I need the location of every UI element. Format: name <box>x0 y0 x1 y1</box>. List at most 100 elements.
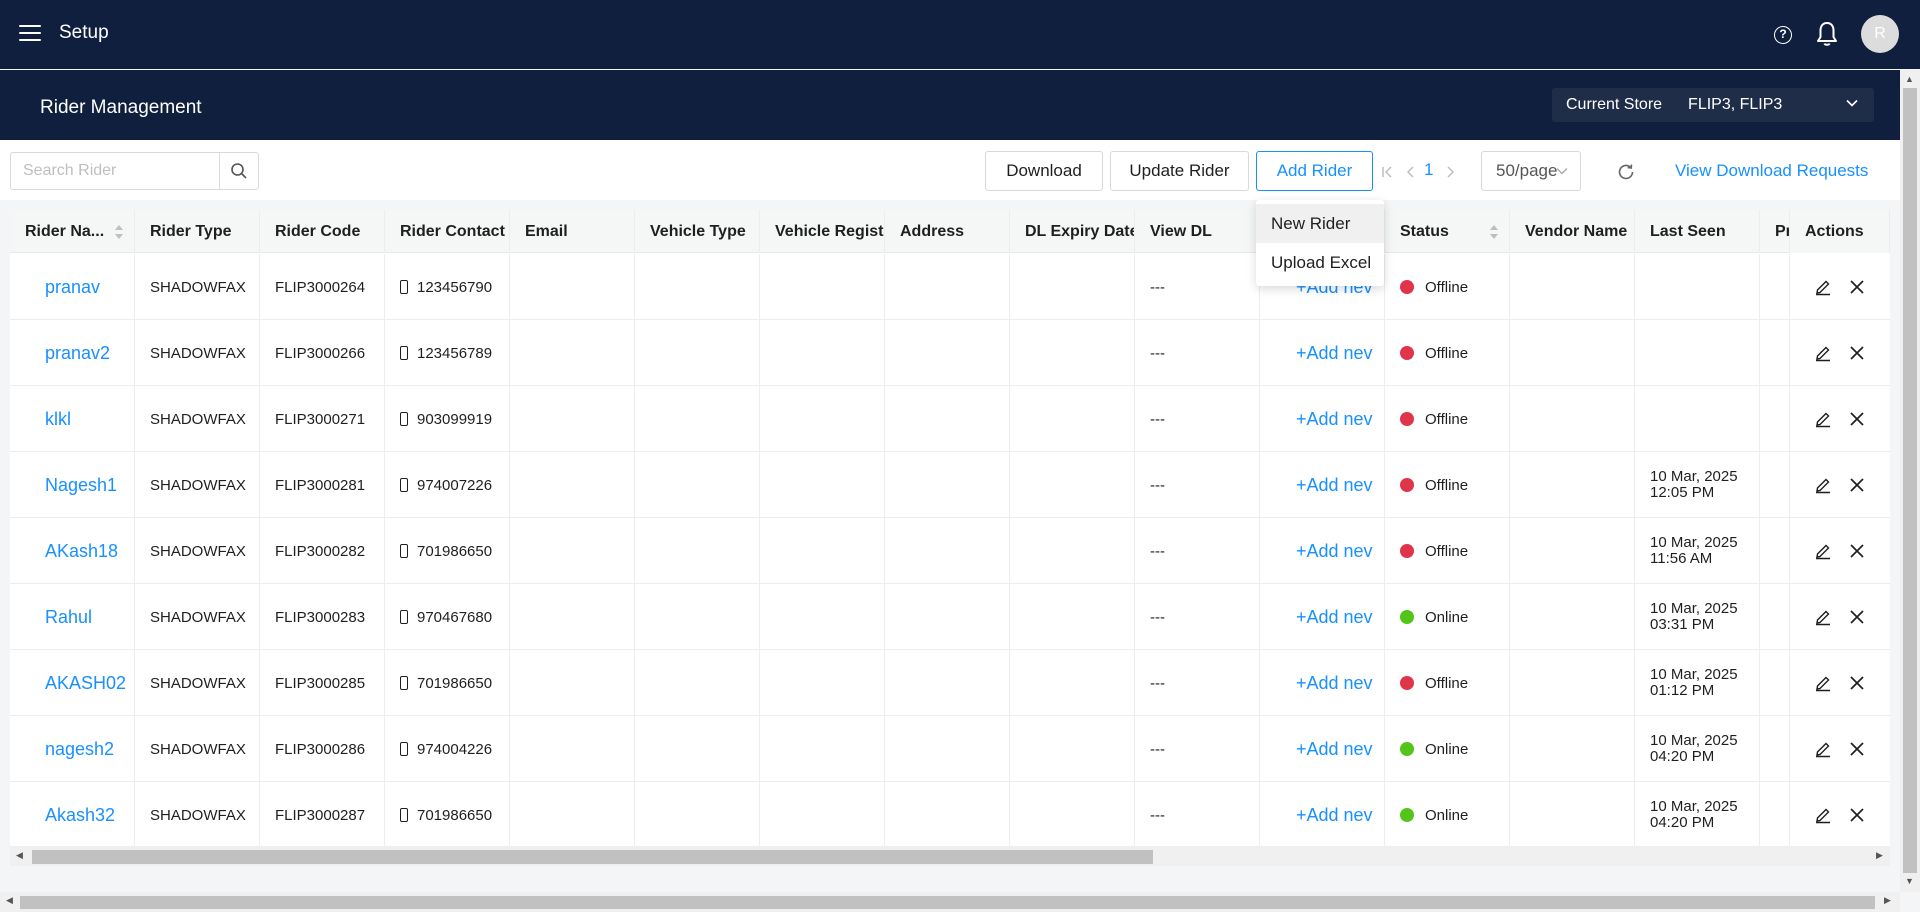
scroll-down-icon[interactable]: ▼ <box>1905 876 1914 886</box>
add-new-link[interactable]: +Add nev <box>1260 320 1385 386</box>
scroll-left-icon[interactable]: ◀ <box>16 850 23 861</box>
add-new-link[interactable]: +Add nev <box>1260 782 1385 846</box>
column-header-rider-name[interactable]: Rider Na... <box>10 210 135 253</box>
sort-icon[interactable] <box>1489 224 1499 240</box>
scrollbar-thumb[interactable] <box>20 896 1875 909</box>
last-seen-cell: 10 Mar, 2025 04:20 PM <box>1635 782 1760 846</box>
download-button[interactable]: Download <box>985 151 1103 191</box>
rider-name[interactable]: Rahul <box>45 607 92 628</box>
rider-name[interactable]: AKASH02 <box>45 673 126 694</box>
view-dl-cell: --- <box>1135 650 1260 716</box>
search-input[interactable] <box>10 152 220 190</box>
edit-icon[interactable] <box>1814 608 1832 626</box>
rider-name-link[interactable]: Nagesh1 <box>10 452 135 518</box>
edit-icon[interactable] <box>1814 476 1832 494</box>
next-page-icon[interactable] <box>1444 166 1456 178</box>
close-icon[interactable] <box>1848 476 1866 494</box>
rider-type-cell: SHADOWFAX <box>135 716 260 782</box>
add-new-link[interactable]: +Add nev <box>1260 452 1385 518</box>
rider-name-link[interactable]: Rahul <box>10 584 135 650</box>
close-icon[interactable] <box>1848 278 1866 296</box>
add-new-link[interactable]: +Add nev <box>1260 716 1385 782</box>
edit-icon[interactable] <box>1814 542 1832 560</box>
current-page[interactable]: 1 <box>1424 160 1433 180</box>
vehicle-registration-cell <box>760 452 885 518</box>
column-header-email: Email <box>510 210 635 253</box>
rider-name[interactable]: klkl <box>45 409 71 430</box>
view-download-requests-link[interactable]: View Download Requests <box>1675 161 1868 181</box>
page-vertical-scrollbar[interactable]: ▲ ▼ <box>1900 70 1920 892</box>
table-row: Rahul SHADOWFAX FLIP3000283 970467680 --- +Ad… <box>10 584 1890 650</box>
scroll-up-icon[interactable]: ▲ <box>1905 74 1914 84</box>
refresh-icon[interactable] <box>1616 162 1636 182</box>
scroll-right-icon[interactable]: ▶ <box>1876 850 1883 861</box>
add-new-link[interactable]: +Add nev <box>1260 650 1385 716</box>
sort-icon[interactable] <box>114 224 124 240</box>
last-seen-cell: 10 Mar, 2025 04:20 PM <box>1635 716 1760 782</box>
rider-name[interactable]: Nagesh1 <box>45 475 117 496</box>
status-dot-icon <box>1400 346 1414 360</box>
last-seen-date: 10 Mar, 2025 <box>1650 600 1738 617</box>
edit-icon[interactable] <box>1814 344 1832 362</box>
help-icon[interactable]: ? <box>1774 26 1792 44</box>
scrollbar-thumb[interactable] <box>1903 88 1917 873</box>
rider-name[interactable]: Akash32 <box>45 805 115 826</box>
rider-name-link[interactable]: pranav2 <box>10 320 135 386</box>
vehicle-type-cell <box>635 386 760 452</box>
add-new-link[interactable]: +Add nev <box>1260 518 1385 584</box>
column-header-status[interactable]: Status <box>1385 210 1510 253</box>
dl-expiry-cell <box>1010 254 1135 320</box>
rider-name-link[interactable]: nagesh2 <box>10 716 135 782</box>
first-page-icon[interactable] <box>1381 166 1393 178</box>
rider-name-link[interactable]: Akash32 <box>10 782 135 846</box>
status-cell: Offline <box>1385 254 1510 320</box>
rider-name[interactable]: pranav <box>45 277 100 298</box>
scroll-right-icon[interactable]: ▶ <box>1884 895 1891 906</box>
status-badge: Offline <box>1425 278 1469 296</box>
rider-name-link[interactable]: AKash18 <box>10 518 135 584</box>
store-select[interactable]: Current Store FLIP3, FLIP3 <box>1552 88 1874 122</box>
rider-name-link[interactable]: pranav <box>10 254 135 320</box>
prev-page-icon[interactable] <box>1405 166 1417 178</box>
edit-icon[interactable] <box>1814 740 1832 758</box>
status-badge: Online <box>1425 608 1469 626</box>
menu-item-new-rider[interactable]: New Rider <box>1256 204 1384 243</box>
close-icon[interactable] <box>1848 542 1866 560</box>
rider-name[interactable]: nagesh2 <box>45 739 114 760</box>
status-badge: Offline <box>1425 542 1469 560</box>
add-new-link[interactable]: +Add nev <box>1260 584 1385 650</box>
menu-item-upload-excel[interactable]: Upload Excel <box>1256 243 1384 282</box>
close-icon[interactable] <box>1848 806 1866 824</box>
scroll-left-icon[interactable]: ◀ <box>6 895 13 906</box>
edit-icon[interactable] <box>1814 806 1832 824</box>
add-new-link[interactable]: +Add nev <box>1260 386 1385 452</box>
edit-icon[interactable] <box>1814 674 1832 692</box>
rider-name-link[interactable]: AKASH02 <box>10 650 135 716</box>
close-icon[interactable] <box>1848 344 1866 362</box>
update-rider-button[interactable]: Update Rider <box>1110 151 1249 191</box>
edit-icon[interactable] <box>1814 410 1832 428</box>
scrollbar-thumb[interactable] <box>32 850 1153 864</box>
close-icon[interactable] <box>1848 608 1866 626</box>
close-icon[interactable] <box>1848 410 1866 428</box>
close-icon[interactable] <box>1848 674 1866 692</box>
add-rider-button[interactable]: Add Rider <box>1256 151 1373 191</box>
menu-icon[interactable] <box>19 25 41 43</box>
rider-type-cell: SHADOWFAX <box>135 584 260 650</box>
search-button[interactable] <box>219 152 259 190</box>
status-dot-icon <box>1400 412 1414 426</box>
bell-icon[interactable] <box>1815 20 1839 48</box>
close-icon[interactable] <box>1848 740 1866 758</box>
edit-icon[interactable] <box>1814 278 1832 296</box>
page-size-select[interactable]: 50/page <box>1481 151 1581 191</box>
rider-name[interactable]: AKash18 <box>45 541 118 562</box>
vehicle-type-cell <box>635 254 760 320</box>
rider-name[interactable]: pranav2 <box>45 343 110 364</box>
page-horizontal-scrollbar[interactable]: ◀ ▶ <box>0 892 1900 912</box>
email-cell <box>510 254 635 320</box>
table-horizontal-scrollbar[interactable]: ◀ ▶ <box>10 846 1890 866</box>
avatar[interactable]: R <box>1861 15 1899 53</box>
last-seen-cell: 10 Mar, 2025 11:56 AM <box>1635 518 1760 584</box>
pr-cell <box>1760 782 1790 846</box>
rider-name-link[interactable]: klkl <box>10 386 135 452</box>
